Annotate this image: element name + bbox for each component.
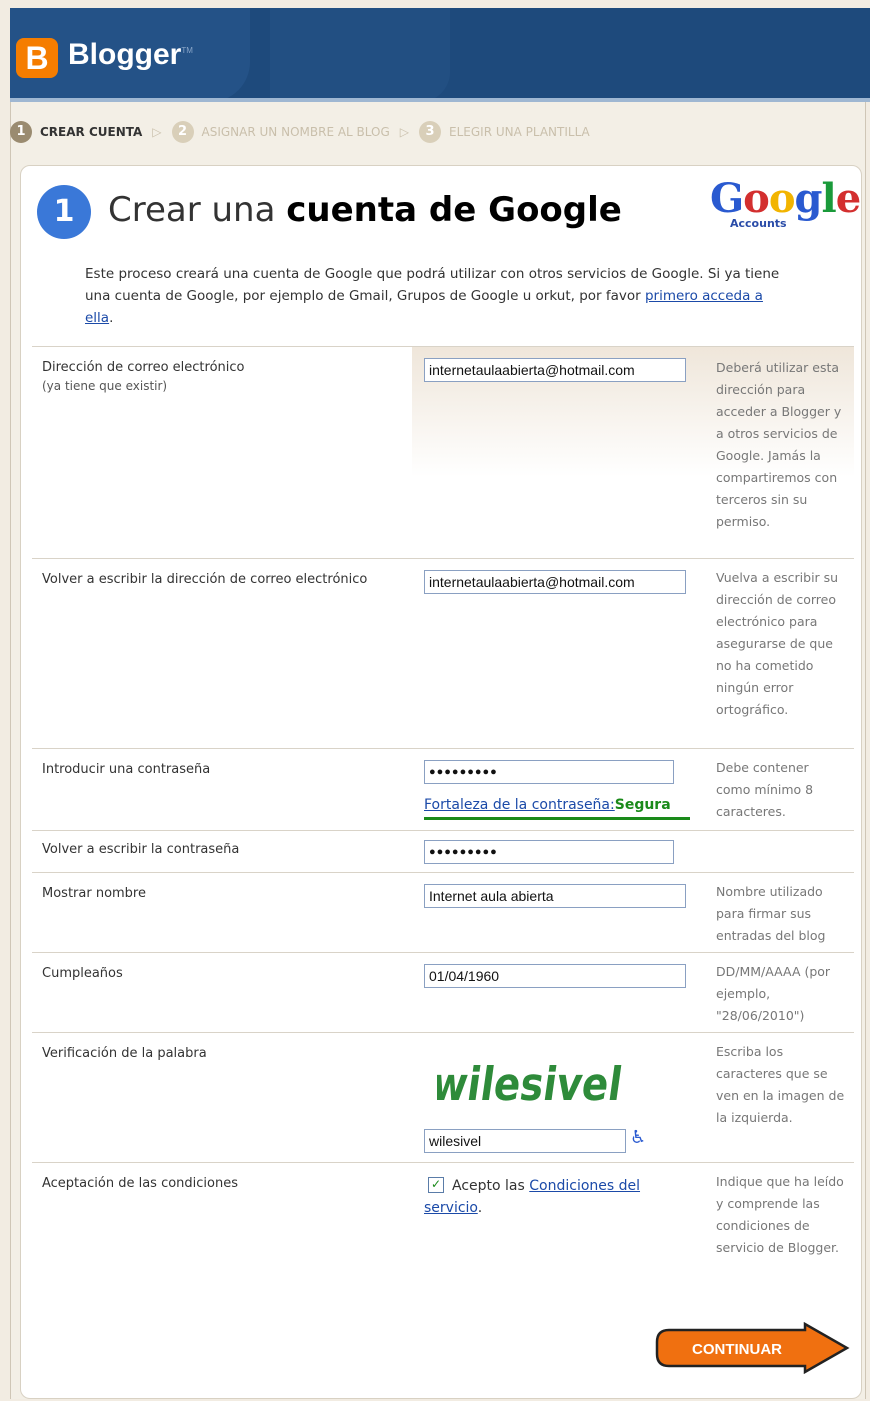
email-confirm-help: Vuelva a escribir su dirección de correo… <box>716 570 839 717</box>
terms-checkbox[interactable]: ✓ <box>428 1177 444 1193</box>
step-arrow-icon: ▷ <box>152 125 162 139</box>
email-confirm-field[interactable]: internetaulaabierta@hotmail.com <box>424 570 686 594</box>
password-confirm-label: Volver a escribir la contraseña <box>42 842 240 857</box>
step-1-badge: 1 <box>10 121 32 143</box>
terms-help: Indique que ha leído y comprende las con… <box>716 1174 844 1255</box>
step-2-label: ASIGNAR UN NOMBRE AL BLOG <box>201 125 390 139</box>
svg-text:wilesivel: wilesivel <box>437 1057 626 1108</box>
display-name-label: Mostrar nombre <box>42 886 146 901</box>
email-sublabel: (ya tiene que existir) <box>42 379 168 393</box>
step-badge: 1 <box>37 185 91 239</box>
password-confirm-field[interactable]: ●●●●●●●●● <box>424 840 674 864</box>
email-field[interactable]: internetaulaabierta@hotmail.com <box>424 358 686 382</box>
step-3-badge: 3 <box>419 121 442 143</box>
password-label: Introducir una contraseña <box>42 762 211 777</box>
page-title: Crear una cuenta de Google <box>108 190 622 230</box>
birthday-field[interactable]: 01/04/1960 <box>424 964 686 988</box>
password-strength: Fortaleza de la contraseña:Segura <box>424 797 671 813</box>
captcha-image: wilesivel <box>437 1057 626 1108</box>
password-strength-value: Segura <box>614 797 671 813</box>
blogger-logo-icon[interactable]: B <box>16 38 58 78</box>
step-arrow-icon: ▷ <box>399 125 410 139</box>
captcha-label: Verificación de la palabra <box>42 1046 207 1061</box>
step-3-label: ELEGIR UNA PLANTILLA <box>449 125 590 139</box>
birthday-label: Cumpleaños <box>42 966 123 981</box>
google-accounts-logo: Google Accounts <box>710 175 861 230</box>
continue-button[interactable]: CONTINUAR <box>655 1322 850 1374</box>
password-confirm-row: Volver a escribir la contraseña ●●●●●●●●… <box>32 830 854 873</box>
wizard-steps: 1 CREAR CUENTA ▷ 2 ASIGNAR UN NOMBRE AL … <box>10 118 590 146</box>
password-row: Introducir una contraseña ●●●●●●●●● Fort… <box>32 748 854 831</box>
display-name-row: Mostrar nombre Internet aula abierta Nom… <box>32 872 854 953</box>
intro-text: Este proceso creará una cuenta de Google… <box>85 266 780 326</box>
svg-text:CONTINUAR: CONTINUAR <box>692 1341 782 1358</box>
step-1-label: CREAR CUENTA <box>40 125 143 139</box>
birthday-row: Cumpleaños 01/04/1960 DD/MM/AAAA (por ej… <box>32 952 854 1033</box>
captcha-row: Verificación de la palabra wilesivel wil… <box>32 1032 854 1163</box>
email-help: Deberá utilizar esta dirección para acce… <box>716 360 842 529</box>
captcha-help: Escriba los caracteres que se ven en la … <box>716 1044 845 1125</box>
email-row: Dirección de correo electrónico (ya tiene… <box>32 346 854 559</box>
password-strength-link[interactable]: Fortaleza de la contraseña: <box>424 797 615 813</box>
accessibility-icon[interactable]: ♿ <box>630 1127 646 1148</box>
blogger-header: B BloggerTM <box>10 8 870 102</box>
terms-row: Aceptación de las condiciones Acepto las… <box>32 1162 854 1313</box>
birthday-help: DD/MM/AAAA (por ejemplo, "28/06/2010") <box>716 964 831 1023</box>
terms-label: Aceptación de las condiciones <box>42 1176 239 1191</box>
password-strength-bar <box>424 817 690 820</box>
email-label: Dirección de correo electrónico <box>42 360 245 375</box>
email-confirm-row: Volver a escribir la dirección de correo… <box>32 558 854 749</box>
email-confirm-label: Volver a escribir la dirección de correo… <box>42 572 368 587</box>
display-name-field[interactable]: Internet aula abierta <box>424 884 686 908</box>
captcha-field[interactable]: wilesivel <box>424 1129 626 1153</box>
terms-accept-text: Acepto las Condiciones del servicio. <box>424 1178 641 1216</box>
display-name-help: Nombre utilizado para firmar sus entrada… <box>716 884 826 943</box>
password-help: Debe contener como mínimo 8 caracteres. <box>716 760 814 819</box>
step-2-badge: 2 <box>171 121 194 143</box>
password-field[interactable]: ●●●●●●●●● <box>424 760 674 784</box>
blogger-brand[interactable]: BloggerTM <box>68 38 193 72</box>
